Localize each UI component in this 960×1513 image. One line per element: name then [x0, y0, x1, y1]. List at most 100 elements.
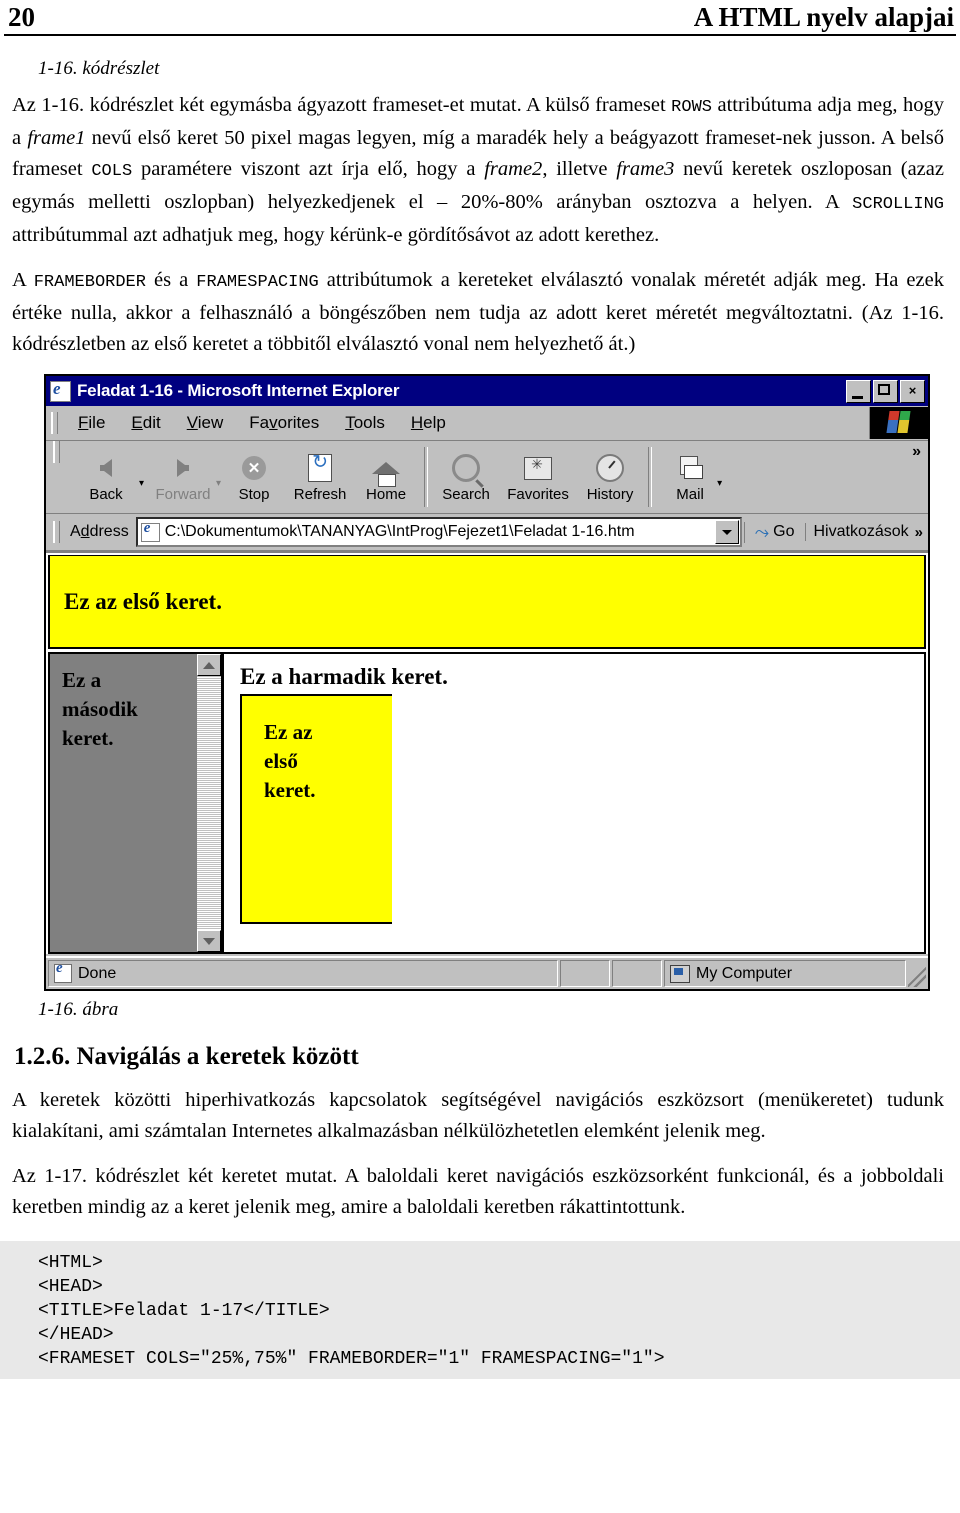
toolbar-button-favorites[interactable]: Favorites — [499, 441, 577, 513]
address-label: Address — [70, 523, 129, 540]
frame-3-nested-box: Ez az első keret. — [240, 694, 392, 924]
attr-cols: COLS — [91, 162, 133, 181]
attr-frameborder: FRAMEBORDER — [33, 273, 146, 292]
toolbar-button-refresh[interactable]: Refresh — [287, 441, 353, 513]
toolbar-label: Forward — [155, 486, 211, 503]
inner-frameset: Ez a második keret. Ez a harmadik keret.… — [48, 652, 926, 954]
address-value: C:\Dokumentumok\TANANYAG\IntProg\Fejezet… — [164, 523, 635, 540]
windows-flag-logo-icon — [869, 407, 928, 439]
document-icon — [54, 960, 72, 983]
toolbar-label: Search — [442, 486, 490, 503]
menu-item-edit[interactable]: Edit — [118, 413, 173, 433]
toolbar-button-search[interactable]: Search — [433, 441, 499, 513]
maximize-button[interactable] — [873, 379, 898, 403]
toolbar-button-stop[interactable]: ✕ Stop — [221, 441, 287, 513]
menubar-drag-grip[interactable] — [51, 412, 58, 434]
address-dropdown-chevron-icon[interactable] — [714, 520, 739, 544]
security-zone-label: My Computer — [696, 964, 793, 982]
figure-caption: 1-16. ábra — [38, 999, 119, 1020]
menu-item-tools[interactable]: Tools — [332, 413, 398, 433]
page-viewport: Ez az első keret. Ez a második keret. Ez… — [46, 552, 928, 954]
internet-explorer-icon — [50, 379, 71, 402]
links-label: Hivatkozások — [813, 523, 909, 540]
go-button[interactable]: ⤳ Go — [743, 521, 805, 543]
toolbar-separator — [648, 447, 653, 507]
toolbar-button-back[interactable]: Back — [67, 441, 145, 513]
my-computer-icon — [670, 964, 690, 983]
address-input[interactable]: C:\Dokumentumok\TANANYAG\IntProg\Fejezet… — [135, 517, 742, 547]
toolbar-label: Mail — [676, 486, 704, 503]
frame-3: Ez a harmadik keret. Ez az első keret. — [223, 652, 926, 954]
history-clock-icon — [593, 451, 627, 485]
status-pane-blank-2 — [612, 960, 662, 987]
ident-frame3: frame3 — [616, 158, 675, 180]
addressbar-drag-grip[interactable] — [53, 521, 60, 543]
text-run: , illetve — [542, 158, 617, 180]
toolbar-label: Favorites — [507, 486, 569, 503]
links-overflow-chevron-icon[interactable]: » — [915, 524, 923, 541]
section-paragraph-1: A keretek közötti hiperhivatkozás kapcso… — [12, 1089, 944, 1142]
document-content: 1-16. kódrészlet Az 1-16. kódrészlet két… — [0, 58, 960, 1223]
frame-2: Ez a második keret. — [48, 652, 223, 954]
attr-rows: ROWS — [671, 98, 712, 117]
attr-scrolling: SCROLLING — [852, 195, 944, 214]
resize-grip-icon[interactable] — [908, 960, 926, 987]
security-zone-pane: My Computer — [664, 960, 906, 987]
paragraph-frameset-description: Az 1-16. kódrészlet két egymásba ágyazot… — [8, 90, 948, 251]
links-bar[interactable]: Hivatkozások » — [804, 523, 929, 541]
toolbar-button-mail[interactable]: Mail — [657, 441, 723, 513]
scroll-up-button[interactable] — [197, 654, 221, 676]
toolbar-label: Stop — [238, 486, 270, 503]
ident-frame2: frame2 — [484, 158, 543, 180]
window-controls: × — [846, 379, 925, 403]
attr-framespacing: FRAMESPACING — [196, 273, 319, 292]
go-label: Go — [773, 523, 795, 540]
minimize-button[interactable] — [846, 379, 871, 403]
scroll-down-button[interactable] — [197, 930, 221, 952]
toolbar-separator — [424, 447, 429, 507]
page-title: A HTML nyelv alapjai — [693, 2, 954, 32]
frame-1-text: Ez az első keret. — [64, 588, 222, 614]
menu-item-view[interactable]: View — [174, 413, 237, 433]
status-message-pane: Done — [48, 960, 558, 987]
close-button[interactable]: × — [900, 379, 925, 403]
frame-3-title: Ez a harmadik keret. — [240, 664, 448, 689]
frame-1: Ez az első keret. — [48, 555, 926, 649]
mail-icon — [673, 451, 707, 485]
paragraph-frameborder-description: A FRAMEBORDER és a FRAMESPACING attribút… — [8, 265, 948, 360]
toolbar-button-history[interactable]: History — [577, 441, 643, 513]
toolbar-overflow-chevron-icon[interactable]: » — [912, 441, 928, 461]
go-arrow-icon: ⤳ — [754, 521, 770, 542]
menu-item-help[interactable]: Help — [398, 413, 459, 433]
menu-item-file[interactable]: File — [65, 413, 118, 433]
status-pane-blank-1 — [560, 960, 610, 987]
section-heading: 1.2.6. Navigálás a keretek között — [14, 1043, 359, 1070]
toolbar-drag-grip[interactable] — [53, 441, 60, 463]
toolbar-button-home[interactable]: Home — [353, 441, 419, 513]
status-text: Done — [78, 964, 117, 982]
code-snippet-caption: 1-16. kódrészlet — [38, 58, 160, 79]
toolbar-label: Home — [366, 486, 407, 503]
toolbar-label: History — [586, 486, 634, 503]
code-listing: <HTML> <HEAD> <TITLE>Feladat 1-17</TITLE… — [0, 1241, 960, 1379]
navigation-toolbar: Back ▾ Forward ▾ ✕ Stop Refresh — [46, 441, 928, 514]
frame-2-vertical-scrollbar[interactable] — [196, 654, 221, 952]
menu-item-favorites[interactable]: Favorites — [236, 413, 332, 433]
page-running-head: 20 A HTML nyelv alapjai — [0, 0, 960, 34]
forward-arrow-icon — [166, 451, 200, 485]
favorites-folder-icon — [521, 451, 555, 485]
refresh-icon — [303, 451, 337, 485]
stop-icon: ✕ — [237, 451, 271, 485]
text-run: attribútummal azt adhatjuk meg, hogy kér… — [12, 224, 660, 246]
header-divider — [4, 34, 956, 36]
window-title: Feladat 1-16 - Microsoft Internet Explor… — [77, 381, 400, 400]
back-arrow-icon — [89, 451, 123, 485]
address-bar: Address C:\Dokumentumok\TANANYAG\IntProg… — [46, 514, 928, 552]
toolbar-button-forward[interactable]: Forward — [144, 441, 222, 513]
ident-frame1: frame1 — [27, 127, 86, 149]
section-paragraph-2: Az 1-17. kódrészlet két keretet mutat. A… — [12, 1165, 944, 1218]
toolbar-label: Refresh — [293, 486, 347, 503]
mail-dropdown-icon[interactable]: ▾ — [717, 478, 722, 489]
page-document-icon — [140, 520, 160, 542]
window-titlebar: Feladat 1-16 - Microsoft Internet Explor… — [46, 376, 928, 406]
